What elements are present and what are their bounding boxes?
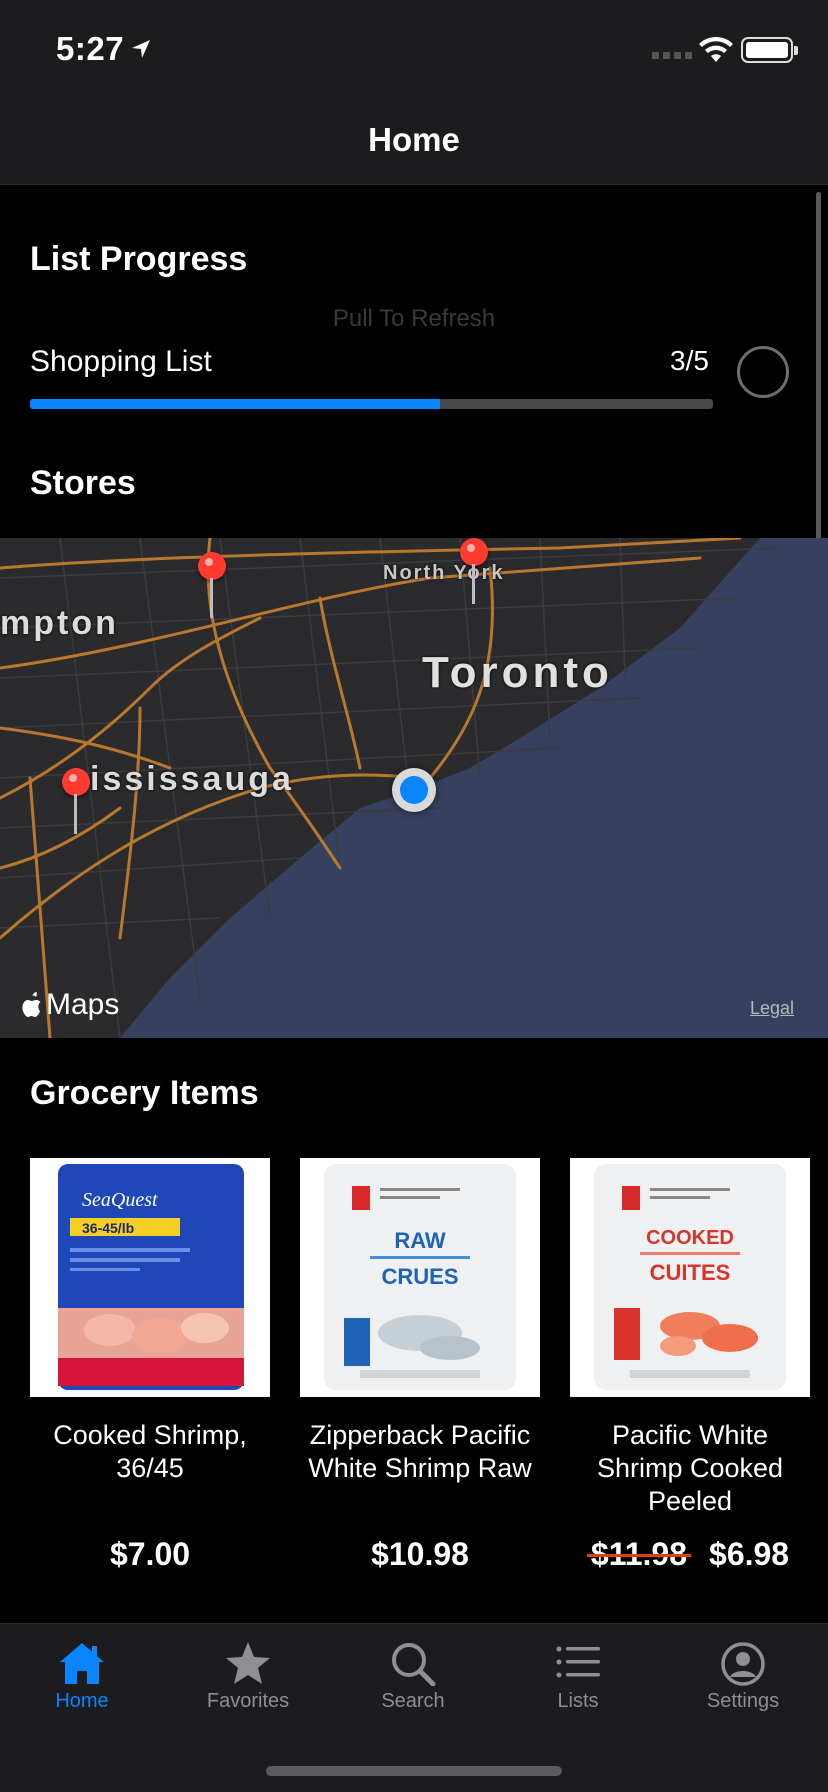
tab-home-label: Home <box>55 1690 109 1712</box>
tab-favorites-label: Favorites <box>206 1690 290 1712</box>
store-pin[interactable] <box>62 768 92 838</box>
cellular-signal-icon <box>652 52 692 59</box>
battery-icon <box>741 37 798 63</box>
package-count-text: 36-45/lb <box>82 1220 134 1236</box>
star-icon <box>226 1642 270 1684</box>
magnifier-icon <box>392 1643 436 1686</box>
stores-heading: Stores <box>30 464 136 502</box>
tab-favorites[interactable]: Favorites <box>178 1640 318 1713</box>
product-price-row: $11.98 $6.98 <box>570 1536 810 1573</box>
product-name: Zipperback Pacific White Shrimp Raw <box>308 1420 532 1483</box>
store-pin[interactable] <box>198 552 228 622</box>
map-legal-link[interactable]: Legal <box>750 998 794 1019</box>
maps-brand-text: Maps <box>46 988 120 1021</box>
location-arrow-icon <box>132 40 150 58</box>
tab-lists[interactable]: Lists <box>508 1640 648 1713</box>
package-label-fr-text: CRUES <box>381 1264 458 1289</box>
apple-logo-icon <box>22 992 41 1017</box>
tab-lists-label: Lists <box>557 1690 599 1712</box>
map-label-brampton: mpton <box>0 604 119 642</box>
product-image: RAW CRUES <box>300 1158 540 1397</box>
tab-search-label: Search <box>381 1690 445 1712</box>
wifi-icon <box>699 36 733 62</box>
list-icon <box>556 1646 600 1678</box>
package-label-text: COOKED <box>646 1227 734 1249</box>
package-brand-text: SeaQuest <box>82 1189 158 1211</box>
apple-maps-logo: Maps <box>20 988 119 1022</box>
product-price: $7.00 <box>109 1536 191 1572</box>
list-complete-toggle[interactable] <box>737 346 789 398</box>
status-bar: 5:27 <box>0 0 828 95</box>
tab-search[interactable]: Search <box>343 1640 483 1713</box>
product-name: Pacific White Shrimp Cooked Peeled <box>596 1420 784 1516</box>
package-label-text: RAW <box>394 1228 446 1253</box>
home-indicator[interactable] <box>266 1766 562 1776</box>
grocery-items-heading: Grocery Items <box>30 1074 259 1112</box>
current-location-dot <box>392 768 436 812</box>
navigation-bar: Home <box>0 95 828 185</box>
list-progress-heading: List Progress <box>30 240 248 278</box>
progress-fill <box>30 399 440 409</box>
product-name: Cooked Shrimp, 36/45 <box>53 1420 247 1483</box>
tab-home[interactable]: Home <box>12 1640 152 1713</box>
tab-settings-label: Settings <box>706 1690 780 1712</box>
shopping-list-count: 3/5 <box>670 345 709 376</box>
product-sale-price: $6.98 <box>709 1536 790 1572</box>
map-label-mississauga: ississauga <box>90 760 294 798</box>
pull-to-refresh-hint: Pull To Refresh <box>332 305 496 332</box>
package-label-fr-text: CUITES <box>650 1260 731 1285</box>
shopping-list-name[interactable]: Shopping List <box>30 345 212 379</box>
grocery-items-carousel[interactable]: SeaQuest 36-45/lb Cooked Shrimp, 36/45 $… <box>0 1158 828 1578</box>
page-title: Home <box>368 121 460 158</box>
product-image: COOKED CUITES <box>570 1158 810 1397</box>
status-time: 5:27 <box>56 30 125 67</box>
grocery-item-card[interactable]: COOKED CUITES Pacific White Shrimp Cooke… <box>570 1158 810 1572</box>
grocery-item-card[interactable]: RAW CRUES Zipperback Pacific White Shrim… <box>300 1158 540 1572</box>
grocery-item-card[interactable]: SeaQuest 36-45/lb Cooked Shrimp, 36/45 $… <box>30 1158 270 1572</box>
person-circle-icon <box>721 1642 765 1686</box>
tab-settings[interactable]: Settings <box>673 1640 813 1713</box>
shopping-list-progress-bar <box>30 399 713 409</box>
house-icon <box>60 1643 104 1684</box>
stores-map[interactable]: North York Toronto ississauga mpton Maps… <box>0 538 828 1038</box>
product-image: SeaQuest 36-45/lb <box>30 1158 270 1397</box>
store-pin[interactable] <box>460 538 490 608</box>
product-original-price: $11.98 <box>590 1536 688 1572</box>
product-price: $10.98 <box>371 1536 469 1572</box>
map-label-toronto: Toronto <box>422 648 613 697</box>
